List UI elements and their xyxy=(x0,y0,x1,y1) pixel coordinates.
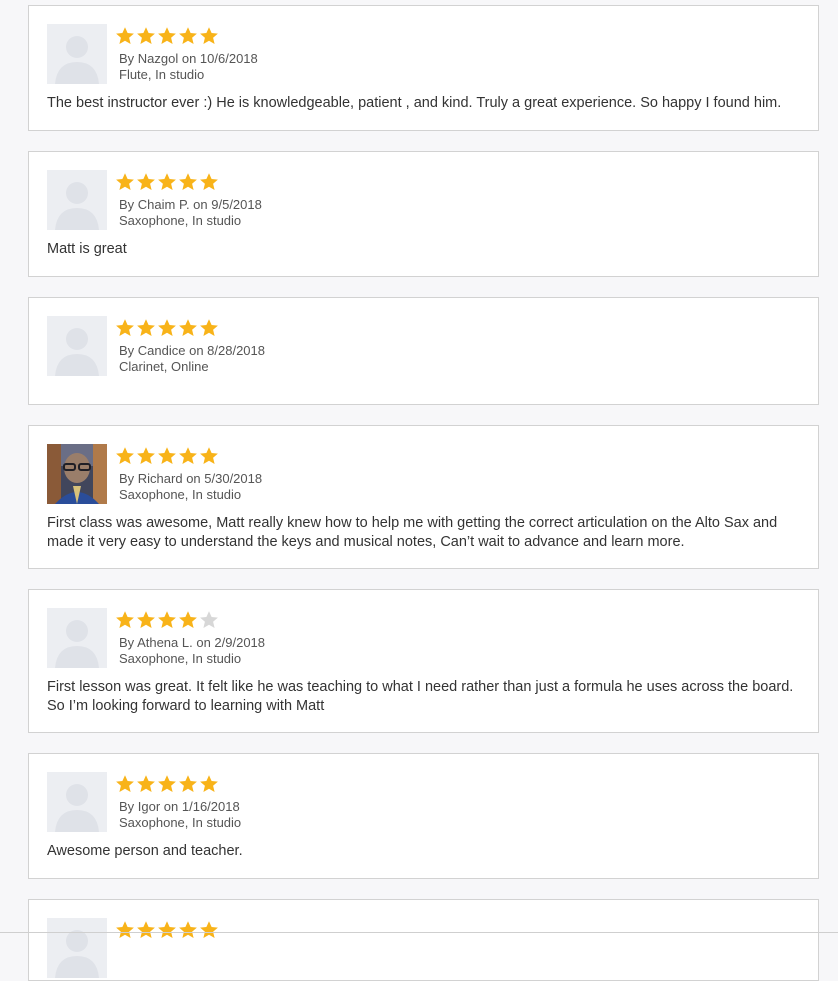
review-byline: By Chaim P. on 9/5/2018 xyxy=(119,197,262,212)
star-filled-icon xyxy=(157,318,177,338)
star-filled-icon xyxy=(178,610,198,630)
star-filled-icon xyxy=(136,610,156,630)
review-lesson-type: Saxophone, In studio xyxy=(119,815,242,830)
star-filled-icon xyxy=(178,446,198,466)
review-card: By Chaim P. on 9/5/2018 Saxophone, In st… xyxy=(28,151,819,277)
placeholder-avatar-icon xyxy=(47,772,107,832)
star-filled-icon xyxy=(115,920,135,940)
review-text: Matt is great xyxy=(47,241,127,257)
star-filled-icon xyxy=(178,26,198,46)
review-byline: By Richard on 5/30/2018 xyxy=(119,471,263,486)
review-byline: By Athena L. on 2/9/2018 xyxy=(119,635,266,650)
star-filled-icon xyxy=(199,172,219,192)
review-lesson-type: Saxophone, In studio xyxy=(119,651,242,666)
review-card: By Athena L. on 2/9/2018 Saxophone, In s… xyxy=(28,589,819,733)
placeholder-avatar-icon xyxy=(47,24,107,84)
star-rating xyxy=(115,920,220,940)
star-filled-icon xyxy=(115,26,135,46)
review-card: By Richard on 5/30/2018 Saxophone, In st… xyxy=(28,425,819,569)
review-text: Awesome person and teacher. xyxy=(47,843,243,859)
star-filled-icon xyxy=(178,920,198,940)
star-rating xyxy=(115,318,220,338)
star-filled-icon xyxy=(115,172,135,192)
star-filled-icon xyxy=(115,774,135,794)
star-filled-icon xyxy=(157,774,177,794)
star-filled-icon xyxy=(199,26,219,46)
star-filled-icon xyxy=(199,920,219,940)
review-card: By Candice on 8/28/2018 Clarinet, Online xyxy=(28,297,819,405)
review-card: By Igor on 1/16/2018 Saxophone, In studi… xyxy=(28,753,819,879)
review-byline: By Candice on 8/28/2018 xyxy=(119,343,265,358)
review-card: By Nazgol on 10/6/2018 Flute, In studio … xyxy=(28,5,819,131)
star-filled-icon xyxy=(136,26,156,46)
star-filled-icon xyxy=(199,446,219,466)
star-rating xyxy=(115,774,220,794)
review-lesson-type: Saxophone, In studio xyxy=(119,487,242,502)
star-filled-icon xyxy=(199,774,219,794)
placeholder-avatar-icon xyxy=(47,918,107,978)
star-filled-icon xyxy=(157,172,177,192)
star-rating xyxy=(115,172,220,192)
star-filled-icon xyxy=(115,446,135,466)
star-rating xyxy=(115,610,220,630)
star-filled-icon xyxy=(178,318,198,338)
star-filled-icon xyxy=(136,774,156,794)
review-lesson-type: Flute, In studio xyxy=(119,67,205,82)
placeholder-avatar-icon xyxy=(47,316,107,376)
star-filled-icon xyxy=(136,318,156,338)
star-rating xyxy=(115,446,220,466)
star-filled-icon xyxy=(199,318,219,338)
review-byline: By Igor on 1/16/2018 xyxy=(119,799,240,814)
user-photo xyxy=(47,444,107,504)
page-divider xyxy=(0,932,838,933)
star-filled-icon xyxy=(115,610,135,630)
star-filled-icon xyxy=(157,446,177,466)
star-filled-icon xyxy=(136,172,156,192)
star-filled-icon xyxy=(178,774,198,794)
star-rating xyxy=(115,26,220,46)
review-text: First lesson was great. It felt like he … xyxy=(47,679,794,714)
star-filled-icon xyxy=(115,318,135,338)
review-text: The best instructor ever :) He is knowle… xyxy=(47,95,782,111)
review-byline: By Nazgol on 10/6/2018 xyxy=(119,51,258,66)
placeholder-avatar-icon xyxy=(47,608,107,668)
star-filled-icon xyxy=(136,920,156,940)
review-lesson-type: Clarinet, Online xyxy=(119,359,209,374)
star-empty-icon xyxy=(199,610,219,630)
star-filled-icon xyxy=(136,446,156,466)
placeholder-avatar-icon xyxy=(47,170,107,230)
star-filled-icon xyxy=(178,172,198,192)
star-filled-icon xyxy=(157,610,177,630)
star-filled-icon xyxy=(157,26,177,46)
star-filled-icon xyxy=(157,920,177,940)
review-card xyxy=(28,899,819,981)
review-lesson-type: Saxophone, In studio xyxy=(119,213,242,228)
review-text: First class was awesome, Matt really kne… xyxy=(47,515,778,550)
